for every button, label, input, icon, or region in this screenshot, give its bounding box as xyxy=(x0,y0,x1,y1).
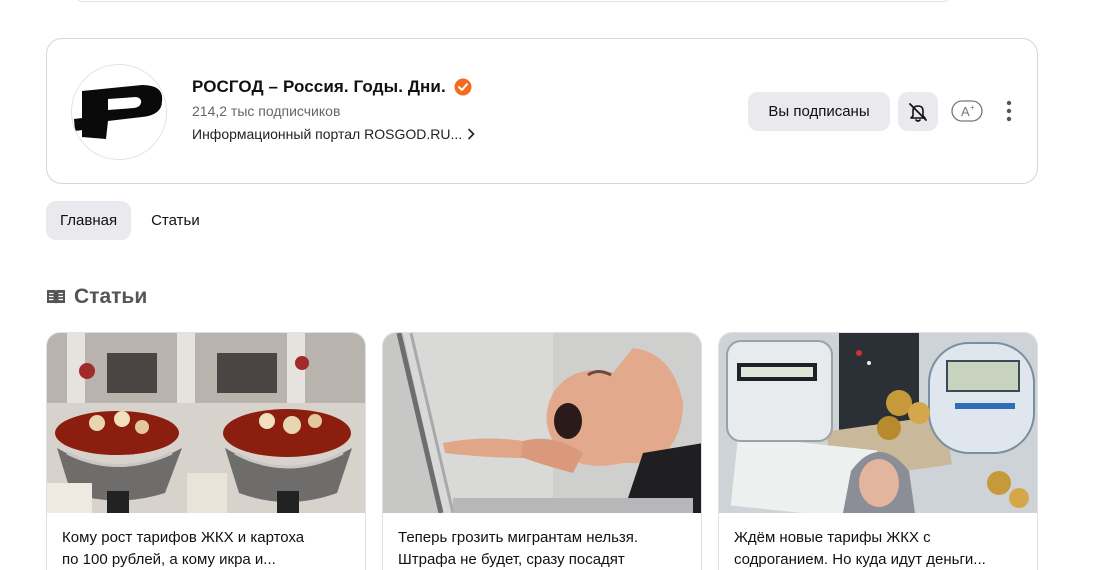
rosgod-logo-icon xyxy=(72,65,166,159)
channel-description: Информационный портал ROSGOD.RU... xyxy=(192,126,463,142)
search-bar-edge xyxy=(76,0,950,2)
channel-header-card: РОСГОД – Россия. Годы. Дни. 214,2 тыс по… xyxy=(46,38,1038,184)
section-title[interactable]: Статьи xyxy=(74,285,147,309)
subscribed-button[interactable]: Вы подписаны xyxy=(748,92,890,131)
article-title-line: Ждём новые тарифы ЖКХ с xyxy=(734,529,931,546)
svg-text:+: + xyxy=(970,103,975,112)
article-title-line: содроганием. Но куда идут деньги... xyxy=(734,551,986,568)
article-cards: Кому рост тарифов ЖКХ и картоха по 100 р… xyxy=(46,332,1038,570)
subscriber-count: 214,2 тыс подписчиков xyxy=(192,103,341,119)
verified-badge-icon xyxy=(454,78,472,96)
article-icon xyxy=(47,290,65,304)
article-image-seafood xyxy=(47,333,365,513)
tab-main[interactable]: Главная xyxy=(46,201,132,240)
article-card[interactable]: Кому рост тарифов ЖКХ и картоха по 100 р… xyxy=(46,332,366,570)
article-title-line: по 100 рублей, а кому икра и... xyxy=(62,551,276,568)
article-image-utility-meters xyxy=(719,333,1037,513)
kebab-menu-icon xyxy=(1006,100,1012,122)
notifications-toggle-button[interactable] xyxy=(898,92,938,131)
font-size-icon: A + xyxy=(951,100,983,122)
more-options-button[interactable] xyxy=(997,97,1021,125)
article-title-line: Теперь грозить мигрантам нельзя. xyxy=(398,529,639,546)
svg-text:A: A xyxy=(961,104,970,119)
chevron-right-icon xyxy=(468,128,475,140)
article-card[interactable]: Ждём новые тарифы ЖКХ с содроганием. Но … xyxy=(718,332,1038,570)
bell-off-icon xyxy=(909,102,927,122)
tab-articles[interactable]: Статьи xyxy=(137,201,214,240)
article-title-line: Кому рост тарифов ЖКХ и картоха xyxy=(62,529,305,546)
channel-info: РОСГОД – Россия. Годы. Дни. 214,2 тыс по… xyxy=(192,77,476,142)
article-card[interactable]: Теперь грозить мигрантам нельзя. Штрафа … xyxy=(382,332,702,570)
channel-description-link[interactable]: Информационный портал ROSGOD.RU... xyxy=(192,126,476,142)
channel-avatar[interactable] xyxy=(71,64,167,160)
channel-tabs: Главная Статьи xyxy=(46,201,214,240)
font-size-button[interactable]: A + xyxy=(951,99,983,123)
article-title-line: Штрафа не будет, сразу посадят xyxy=(398,551,625,568)
channel-title[interactable]: РОСГОД – Россия. Годы. Дни. xyxy=(192,77,446,97)
article-image-angry-man xyxy=(383,333,701,513)
articles-section-header: Статьи xyxy=(46,285,147,309)
